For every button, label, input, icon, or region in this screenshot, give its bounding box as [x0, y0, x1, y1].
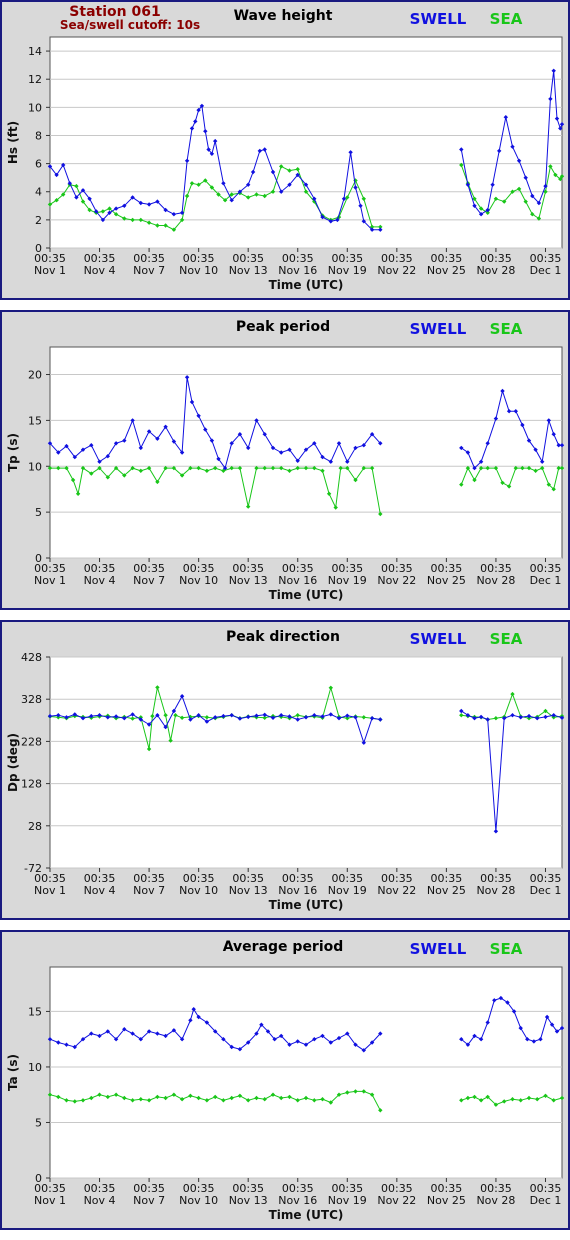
x-tick-date-label: Nov 16 [278, 574, 317, 587]
plot-area [49, 656, 563, 869]
x-tick-date-label: Nov 10 [179, 264, 218, 277]
y-tick-label: 14 [28, 45, 42, 58]
x-axis-label: Time (UTC) [269, 588, 344, 602]
x-tick-date-label: Nov 22 [377, 264, 416, 277]
x-tick-date-label: Nov 19 [328, 574, 367, 587]
y-tick-label: 128 [21, 778, 42, 791]
panel-peak-direction: -72 28 128 228 328 428 00:35 Nov 1 00:35 Nov 4 00:… [0, 620, 570, 920]
legend-swell: SWELL [410, 630, 467, 648]
x-tick-date-label: Nov 4 [84, 884, 116, 897]
x-tick-date-label: Nov 7 [133, 574, 165, 587]
chart-svg: 05101500:35Nov 100:35Nov 400:35Nov 700:3… [0, 930, 570, 1230]
x-tick-date-label: Nov 28 [476, 264, 515, 277]
legend-sea: SEA [490, 320, 523, 338]
x-tick-date-label: Nov 25 [427, 264, 466, 277]
x-tick-date-label: Nov 28 [476, 1194, 515, 1207]
x-tick-date-label: Dec 1 [530, 574, 562, 587]
y-tick-label: 12 [28, 73, 42, 86]
x-axis-label: Time (UTC) [269, 278, 344, 292]
y-tick-label: 328 [21, 693, 42, 706]
x-tick-date-label: Dec 1 [530, 1194, 562, 1207]
x-tick-date-label: Nov 19 [328, 264, 367, 277]
x-tick-date-label: Nov 1 [34, 884, 66, 897]
legend-swell: SWELL [410, 940, 467, 958]
y-tick-label: 10 [28, 101, 42, 114]
chart-title: Wave height [234, 8, 333, 24]
x-tick-date-label: Nov 4 [84, 264, 116, 277]
y-axis-label: Dp (deg) [6, 733, 20, 792]
y-tick-label: 20 [28, 369, 42, 382]
y-tick-label: 5 [35, 506, 42, 519]
x-axis-label: Time (UTC) [269, 1208, 344, 1222]
x-tick-date-label: Nov 16 [278, 1194, 317, 1207]
y-tick-label: 15 [28, 1005, 42, 1018]
x-tick-date-label: Nov 10 [179, 884, 218, 897]
x-tick-date-label: Nov 19 [328, 884, 367, 897]
chart-title: Peak period [236, 319, 330, 335]
x-tick-date-label: Nov 13 [229, 264, 268, 277]
x-tick-date-label: Nov 22 [377, 884, 416, 897]
x-tick-date-label: Nov 22 [377, 574, 416, 587]
x-tick-date-label: Nov 25 [427, 574, 466, 587]
y-tick-label: 5 [35, 1116, 42, 1129]
y-tick-label: 4 [35, 186, 42, 199]
chart-title: Peak direction [226, 629, 340, 645]
x-tick-date-label: Nov 1 [34, 574, 66, 587]
x-tick-date-label: Nov 4 [84, 574, 116, 587]
y-axis-label: Ta (s) [6, 1054, 20, 1091]
y-tick-label: 10 [28, 460, 42, 473]
panel-wave-height: 0 2 4 6 8 10 12 14 00:35 Nov 1 00:35 Nov 4 00:35 Nov … [0, 0, 570, 300]
x-tick-date-label: Nov 10 [179, 1194, 218, 1207]
x-tick-date-label: Nov 4 [84, 1194, 116, 1207]
y-axis-label: Tp (s) [6, 433, 20, 472]
legend-swell: SWELL [410, 320, 467, 338]
y-tick-label: 2 [35, 214, 42, 227]
x-tick-date-label: Nov 13 [229, 884, 268, 897]
y-tick-label: 10 [28, 1061, 42, 1074]
x-tick-date-label: Nov 16 [278, 884, 317, 897]
y-tick-label: 428 [21, 651, 42, 664]
plot-area [49, 36, 563, 249]
legend-sea: SEA [490, 940, 523, 958]
y-tick-label: 228 [21, 735, 42, 748]
chart-svg: 0510152000:35Nov 100:35Nov 400:35Nov 700… [0, 310, 570, 610]
x-tick-date-label: Nov 7 [133, 1194, 165, 1207]
x-tick-date-label: Nov 1 [34, 1194, 66, 1207]
x-tick-date-label: Nov 7 [133, 264, 165, 277]
panel-peak-period: 0 5 10 15 20 00:35 Nov 1 00:35 Nov 4 00:35 Nov 7 00… [0, 310, 570, 610]
plot-area [49, 966, 563, 1179]
x-tick-date-label: Nov 19 [328, 1194, 367, 1207]
x-tick-date-label: Nov 25 [427, 884, 466, 897]
x-tick-date-label: Dec 1 [530, 264, 562, 277]
x-tick-date-label: Dec 1 [530, 884, 562, 897]
legend-sea: SEA [490, 10, 523, 28]
legend-sea: SEA [490, 630, 523, 648]
y-tick-label: 15 [28, 414, 42, 427]
y-tick-label: 28 [28, 820, 42, 833]
panel-average-period: 0 5 10 15 00:35 Nov 1 00:35 Nov 4 00:35 Nov 7 00:3… [0, 930, 570, 1230]
legend-swell: SWELL [410, 10, 467, 28]
x-tick-date-label: Nov 1 [34, 264, 66, 277]
cutoff-note: Sea/swell cutoff: 10s [60, 18, 200, 32]
x-axis-label: Time (UTC) [269, 898, 344, 912]
x-tick-date-label: Nov 16 [278, 264, 317, 277]
y-axis-label: Hs (ft) [6, 121, 20, 164]
y-tick-label: 8 [35, 129, 42, 142]
x-tick-date-label: Nov 13 [229, 1194, 268, 1207]
x-tick-date-label: Nov 13 [229, 574, 268, 587]
x-tick-date-label: Nov 28 [476, 574, 515, 587]
x-tick-date-label: Nov 7 [133, 884, 165, 897]
chart-svg: 0246810121400:35Nov 100:35Nov 400:35Nov … [0, 0, 570, 300]
y-tick-label: 6 [35, 158, 42, 171]
chart-title: Average period [223, 939, 344, 955]
x-tick-date-label: Nov 28 [476, 884, 515, 897]
wave-report: 0 2 4 6 8 10 12 14 00:35 Nov 1 00:35 Nov 4 00:35 Nov … [0, 0, 570, 1240]
x-tick-date-label: Nov 10 [179, 574, 218, 587]
x-tick-date-label: Nov 22 [377, 1194, 416, 1207]
plot-area [49, 346, 563, 559]
chart-svg: -722812822832842800:35Nov 100:35Nov 400:… [0, 620, 570, 920]
x-tick-date-label: Nov 25 [427, 1194, 466, 1207]
